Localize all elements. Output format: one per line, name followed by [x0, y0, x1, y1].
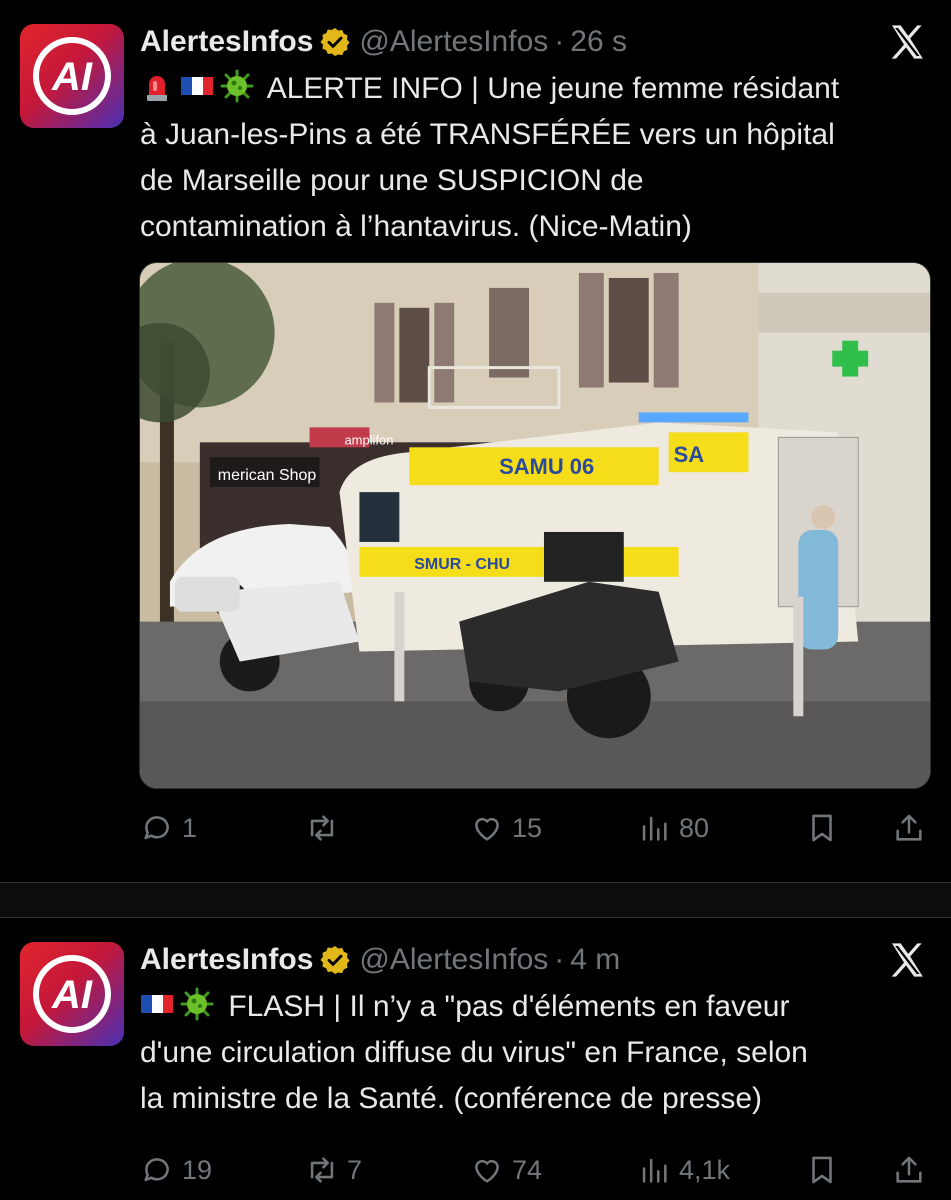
reply-count: 19	[182, 1154, 213, 1185]
french-flag-emoji	[181, 77, 213, 95]
french-flag-emoji	[141, 995, 173, 1013]
ambulance-label-side: SA	[674, 442, 705, 467]
like-button[interactable]: 15	[470, 806, 542, 850]
views-button[interactable]: 80	[637, 806, 709, 850]
tweet-text: ALERTE INFO | Une jeune femme résidant à…	[140, 66, 930, 250]
tweet-line: ALERTE INFO | Une jeune femme résidant	[266, 72, 840, 105]
tweet-header: AlertesInfos @AlertesInfos · 4 m	[140, 940, 620, 980]
like-icon	[475, 817, 499, 841]
tweet-line: FLASH | Il n’y a "pas d'éléments en fave…	[228, 990, 790, 1023]
svg-text:AI: AI	[51, 973, 93, 1017]
share-button[interactable]	[892, 1148, 926, 1192]
tweet-actions: 19 7 74 4,1k	[140, 1148, 930, 1192]
separator-dot: ·	[554, 25, 565, 58]
tweet-text-line-3: de Marseille pour une SUSPICION de	[140, 164, 644, 197]
shop-sign: merican Shop	[218, 467, 317, 484]
share-icon	[896, 1156, 922, 1183]
repost-icon	[310, 1157, 334, 1183]
ambulance-label: SAMU 06	[499, 454, 594, 479]
repost-icon	[310, 815, 334, 841]
views-icon	[642, 816, 667, 841]
separator-dot: ·	[554, 943, 565, 976]
microbe-emoji	[180, 987, 214, 1021]
tweet-text-line-1: ALERTE INFO | Une jeune femme résidant	[140, 66, 930, 112]
author-name[interactable]: AlertesInfos	[140, 25, 313, 59]
tweet-actions: 1 15 80	[140, 806, 930, 850]
ambulance-body-text: SMUR - CHU	[414, 556, 510, 573]
x-logo-icon	[891, 25, 923, 59]
views-count: 4,1k	[679, 1154, 731, 1185]
tweet-text-line-1: FLASH | Il n’y a "pas d'éléments en fave…	[140, 984, 930, 1030]
siren-emoji	[147, 76, 167, 101]
timestamp[interactable]: 4 m	[570, 943, 620, 977]
repost-button[interactable]: 7	[305, 1148, 362, 1192]
share-icon	[896, 814, 922, 841]
avatar[interactable]: AI	[20, 942, 124, 1046]
reply-icon	[144, 1158, 169, 1182]
bookmark-icon	[812, 1156, 832, 1184]
views-count: 80	[679, 812, 710, 843]
author-handle[interactable]: @AlertesInfos	[359, 25, 548, 59]
timeline-divider	[0, 882, 951, 918]
tweet-header: AlertesInfos @AlertesInfos · 26 s	[140, 22, 627, 62]
share-button[interactable]	[892, 806, 926, 850]
svg-text:AI: AI	[51, 55, 93, 99]
repost-button[interactable]	[305, 806, 347, 850]
bookmark-button[interactable]	[805, 1148, 839, 1192]
like-count: 74	[512, 1154, 543, 1185]
avatar[interactable]: AI	[20, 24, 124, 128]
tweet-text-line-2: d'une circulation diffuse du virus" en F…	[140, 1036, 808, 1069]
author-name[interactable]: AlertesInfos	[140, 943, 313, 977]
tweet-text-line-2: à Juan-les-Pins a été TRANSFÉRÉE vers un…	[140, 118, 835, 151]
repost-count: 7	[347, 1154, 363, 1185]
verified-badge-icon	[320, 28, 350, 56]
bookmark-button[interactable]	[805, 806, 839, 850]
tweet-text-line-3: la ministre de la Santé. (conférence de …	[140, 1082, 762, 1115]
amplifon-sign: amplifon	[344, 432, 393, 447]
tweet-photo[interactable]: merican Shop amplifon SAMU 06 SA SMUR - …	[139, 262, 931, 789]
verified-badge-icon	[320, 946, 350, 974]
tweet-text-line-4: contamination à l’hantavirus. (Nice-Mati…	[140, 210, 692, 243]
views-icon	[642, 1158, 667, 1183]
timestamp[interactable]: 26 s	[570, 25, 627, 59]
like-button[interactable]: 74	[470, 1148, 542, 1192]
reply-icon	[144, 816, 169, 840]
author-handle[interactable]: @AlertesInfos	[359, 943, 548, 977]
views-button[interactable]: 4,1k	[637, 1148, 730, 1192]
microbe-emoji	[220, 69, 254, 103]
like-count: 15	[512, 812, 543, 843]
reply-button[interactable]: 1	[140, 806, 197, 850]
reply-count: 1	[182, 812, 198, 843]
tweet-1[interactable]: AI AlertesInfos @AlertesInfos · 26 s ALE…	[0, 0, 951, 882]
like-icon	[475, 1159, 499, 1183]
tweet-text: FLASH | Il n’y a "pas d'éléments en fave…	[140, 984, 930, 1122]
x-logo-icon	[891, 943, 923, 977]
reply-button[interactable]: 19	[140, 1148, 212, 1192]
bookmark-icon	[812, 814, 832, 842]
tweet-2[interactable]: AI AlertesInfos @AlertesInfos · 4 m FLAS…	[0, 918, 951, 1200]
